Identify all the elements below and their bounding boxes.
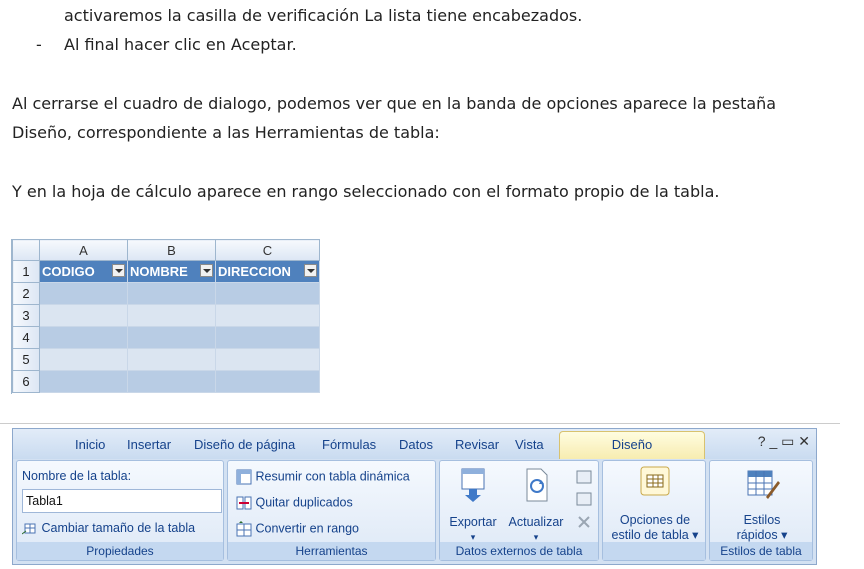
table-cell[interactable] [127, 370, 216, 393]
group-label-opciones [603, 542, 705, 560]
tab-insertar[interactable]: Insertar [127, 437, 171, 452]
remove-duplicates-label: Quitar duplicados [255, 495, 353, 510]
tab-formulas[interactable]: Fórmulas [322, 437, 376, 452]
ribbon: Inicio Insertar Diseño de página Fórmula… [12, 428, 817, 565]
bullet-dash: - [36, 35, 42, 54]
tab-diseno[interactable]: Diseño [559, 431, 705, 459]
paragraph-2: Y en la hoja de cálculo aparece en rango… [12, 182, 720, 201]
table-cell[interactable] [215, 304, 320, 327]
filter-dropdown-icon[interactable] [200, 264, 213, 277]
remove-duplicates-button[interactable]: Quitar duplicados [236, 495, 353, 511]
table-name-label: Nombre de la tabla: [22, 469, 132, 483]
row-header: 5 [12, 348, 40, 371]
table-cell[interactable] [39, 304, 128, 327]
group-label-estilos: Estilos de tabla [710, 542, 812, 560]
paragraph-1-line-1: Al cerrarse el cuadro de dialogo, podemo… [12, 94, 777, 113]
quick-styles-icon [747, 470, 780, 499]
resize-table-button[interactable]: Cambiar tamaño de la tabla [22, 521, 195, 536]
filter-dropdown-icon[interactable] [112, 264, 125, 277]
convert-range-button[interactable]: Convertir en rango [236, 521, 359, 537]
spreadsheet-image: A B C 1 CODIGO NOMBRE DIRECCION 2 3 4 5 … [11, 239, 320, 394]
style-options-icon [640, 466, 670, 496]
divider [0, 423, 840, 424]
table-header-cell: DIRECCION [215, 260, 320, 283]
remove-duplicates-icon [236, 496, 252, 510]
convert-range-label: Convertir en rango [255, 521, 360, 536]
resize-table-label: Cambiar tamaño de la tabla [41, 521, 196, 535]
column-header: B [127, 239, 216, 261]
style-options-button[interactable]: Opciones de estilo de tabla ▾ [605, 465, 705, 543]
row-header: 2 [12, 282, 40, 305]
row-header: 1 [12, 260, 40, 283]
filter-dropdown-icon[interactable] [304, 264, 317, 277]
refresh-button[interactable]: Actualizar ▾ [504, 467, 568, 545]
table-cell[interactable] [127, 326, 216, 349]
table-cell[interactable] [215, 370, 320, 393]
pivot-summary-label: Resumir con tabla dinámica [255, 469, 410, 484]
text-line-1: activaremos la casilla de verificación L… [64, 6, 583, 25]
table-cell[interactable] [39, 282, 128, 305]
table-cell[interactable] [215, 282, 320, 305]
pivot-summary-button[interactable]: Resumir con tabla dinámica [236, 469, 410, 485]
group-label-datos-externos: Datos externos de tabla [440, 542, 598, 560]
export-label: Exportar [449, 515, 497, 529]
table-header-label: CODIGO [42, 264, 95, 279]
export-button[interactable]: Exportar ▾ [444, 467, 502, 545]
column-header: C [215, 239, 320, 261]
group-datos-externos: Exportar ▾ Actualizar ▾ Datos externos d… [439, 460, 599, 561]
row-header: 4 [12, 326, 40, 349]
ribbon-tab-bar: Inicio Insertar Diseño de página Fórmula… [13, 429, 816, 459]
convert-range-icon [236, 521, 252, 537]
table-cell[interactable] [127, 348, 216, 371]
paragraph-1-line-2: Diseño, correspondiente a las Herramient… [12, 123, 440, 142]
table-header-label: DIRECCION [218, 264, 291, 279]
table-cell[interactable] [215, 326, 320, 349]
group-label-propiedades: Propiedades [17, 542, 223, 560]
corner-cell [12, 239, 40, 261]
window-controls-icon[interactable]: ? _ ▭ ✕ [758, 433, 810, 450]
pivot-table-icon [236, 469, 252, 485]
table-header-label: NOMBRE [130, 264, 188, 279]
tab-inicio[interactable]: Inicio [75, 437, 105, 452]
quick-styles-button[interactable]: Estilos rápidos ▾ [712, 467, 812, 543]
table-header-cell: NOMBRE [127, 260, 216, 283]
quick-styles-label-2: rápidos ▾ [736, 528, 788, 542]
resize-table-icon [22, 523, 36, 535]
column-header: A [39, 239, 128, 261]
table-cell[interactable] [39, 326, 128, 349]
table-cell[interactable] [215, 348, 320, 371]
quick-styles-label-1: Estilos [743, 513, 781, 527]
export-icon [461, 468, 485, 502]
tab-vista[interactable]: Vista [515, 437, 544, 452]
group-estilos-tabla: Estilos rápidos ▾ Estilos de tabla [709, 460, 813, 561]
refresh-label: Actualizar [508, 515, 564, 529]
row-header: 6 [12, 370, 40, 393]
style-options-label-2: estilo de tabla ▾ [611, 528, 699, 542]
tab-revisar[interactable]: Revisar [455, 437, 499, 452]
group-label-herramientas: Herramientas [228, 542, 435, 560]
group-opciones-estilo: Opciones de estilo de tabla ▾ [602, 460, 706, 561]
table-cell[interactable] [39, 370, 128, 393]
row-header: 3 [12, 304, 40, 327]
text-line-2: Al final hacer clic en Aceptar. [64, 35, 297, 54]
style-options-label-1: Opciones de [619, 513, 691, 527]
table-name-input[interactable]: Tabla1 [22, 489, 222, 513]
group-propiedades: Nombre de la tabla: Tabla1 Cambiar tamañ… [16, 460, 224, 561]
table-cell[interactable] [39, 348, 128, 371]
group-herramientas: Resumir con tabla dinámica Quitar duplic… [227, 460, 436, 561]
table-cell[interactable] [127, 282, 216, 305]
refresh-icon [526, 468, 548, 502]
table-header-cell: CODIGO [39, 260, 128, 283]
table-cell[interactable] [127, 304, 216, 327]
tab-datos[interactable]: Datos [399, 437, 433, 452]
external-data-small-icons [576, 470, 592, 528]
tab-diseno-pagina[interactable]: Diseño de página [194, 437, 295, 452]
